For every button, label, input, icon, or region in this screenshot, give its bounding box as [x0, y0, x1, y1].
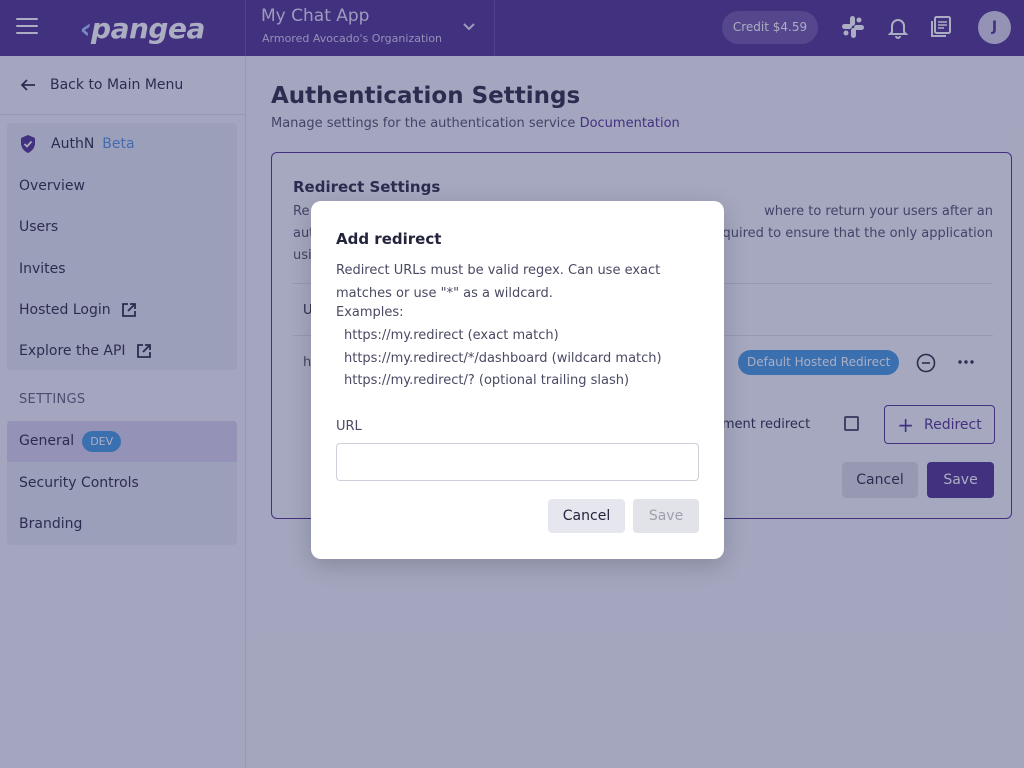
- examples-label: Examples:: [336, 305, 404, 320]
- example-item: https://my.redirect/*/dashboard (wildcar…: [344, 351, 662, 366]
- dialog-cancel-button[interactable]: Cancel: [548, 499, 625, 533]
- add-redirect-dialog: Add redirect Redirect URLs must be valid…: [311, 201, 724, 559]
- url-label: URL: [336, 419, 362, 434]
- dialog-title: Add redirect: [336, 230, 442, 248]
- example-item: https://my.redirect/? (optional trailing…: [344, 373, 630, 388]
- url-input[interactable]: [336, 443, 699, 481]
- dialog-description: Redirect URLs must be valid regex. Can u…: [336, 263, 661, 301]
- example-item: https://my.redirect (exact match): [344, 328, 559, 343]
- dialog-save-button[interactable]: Save: [633, 499, 699, 533]
